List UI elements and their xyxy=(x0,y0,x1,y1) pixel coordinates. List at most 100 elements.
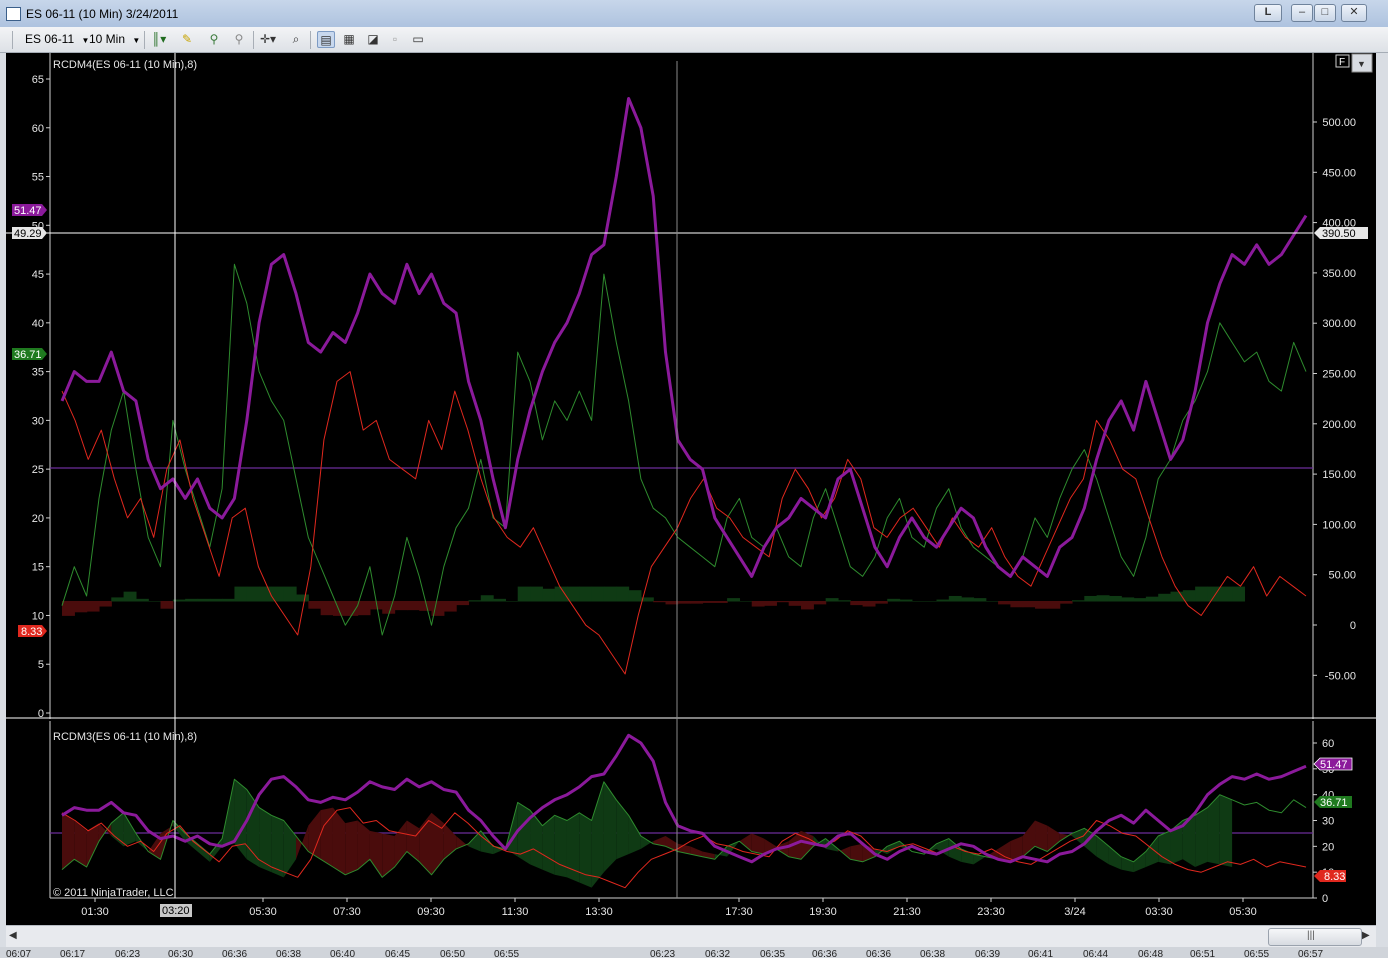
toolbar-separator xyxy=(253,31,254,49)
fill-segment xyxy=(308,810,321,860)
histogram-bar xyxy=(973,598,987,602)
badge-green-right: 36.71 xyxy=(1314,796,1352,809)
strip-label: 06:44 xyxy=(1083,949,1108,958)
fill-segment xyxy=(517,802,531,865)
fill-segment xyxy=(1133,851,1146,873)
fill-segment xyxy=(566,812,580,883)
histogram-bar xyxy=(936,599,950,602)
histogram-bar xyxy=(86,601,100,612)
scroll-right-icon[interactable]: ▶ xyxy=(1362,930,1370,941)
fill-segment xyxy=(234,779,247,860)
right-tick-label: 450.00 xyxy=(1322,167,1356,179)
histogram-bar xyxy=(517,586,531,602)
x-tick-label: 17:30 xyxy=(725,906,753,918)
histogram-bar xyxy=(234,586,248,602)
fill-segment xyxy=(406,820,420,862)
histogram-bar xyxy=(591,586,605,602)
zoom-in-icon[interactable]: ⚲ xyxy=(205,31,223,48)
histogram-bar xyxy=(296,594,309,602)
fill-segment xyxy=(591,781,604,888)
histogram-bar xyxy=(382,601,396,614)
close-button[interactable]: ✕ xyxy=(1341,4,1367,22)
upper-panel-label: RCDM4(ES 06-11 (10 Min),8) xyxy=(53,59,197,71)
pencil-icon[interactable]: ✎ xyxy=(178,31,196,48)
horizontal-scrollbar[interactable]: ◀ ||| ▶ xyxy=(6,925,1376,948)
strip-label: 06:38 xyxy=(276,949,301,958)
fill-segment xyxy=(554,815,567,878)
zoom-out-icon[interactable]: ⚲ xyxy=(230,31,248,48)
strategies-icon[interactable]: ◪ xyxy=(364,31,382,48)
data-box-icon[interactable]: ▤ xyxy=(317,31,335,48)
left-tick-label: 10 xyxy=(32,610,44,622)
x-tick-label: 07:30 xyxy=(333,906,361,918)
lower-panel-label: RCDM3(ES 06-11 (10 Min),8) xyxy=(53,731,197,743)
badge-right-upper: 390.50 xyxy=(1314,227,1368,240)
x-tick-label: 01:30 xyxy=(81,906,109,918)
strip-label: 06:51 xyxy=(1190,949,1215,958)
small-l-button[interactable]: L xyxy=(1254,4,1282,22)
histogram-bar xyxy=(74,601,88,613)
chart-area[interactable]: RCDM4(ES 06-11 (10 Min),8) RCDM3(ES 06-1… xyxy=(6,53,1376,925)
interval-selector[interactable]: 10 Min ▼ xyxy=(89,31,140,48)
left-tick-label: 45 xyxy=(32,269,44,281)
histogram-bar xyxy=(246,586,260,602)
right-tick-label: 0 xyxy=(1350,620,1356,632)
histogram-bar xyxy=(148,601,162,602)
magnifier-icon[interactable]: ⌕ xyxy=(287,31,305,48)
fill-segment xyxy=(616,799,629,860)
left-tick-label: 25 xyxy=(32,464,44,476)
properties-icon[interactable]: ▫ xyxy=(386,31,404,48)
strip-label: 06:35 xyxy=(760,949,785,958)
strip-label: 06:55 xyxy=(494,949,519,958)
histogram-bar xyxy=(283,586,297,602)
bar-style-icon[interactable]: ║▾ xyxy=(150,31,168,48)
maximize-button[interactable]: □ xyxy=(1314,4,1336,22)
histogram-bar xyxy=(862,601,876,607)
strip-label: 06:50 xyxy=(440,949,465,958)
fill-segment xyxy=(382,833,395,878)
x-axis-ticks: 01:30 05:30 07:30 09:30 11:30 13:30 17:30 19:30… xyxy=(81,898,1257,918)
right-tick-label: 500.00 xyxy=(1322,117,1356,129)
right-tick-label: 150.00 xyxy=(1322,469,1356,481)
panel-icon[interactable]: ▭ xyxy=(409,31,427,48)
badge-magenta-right: 51.47 xyxy=(1313,757,1353,771)
histogram-bar xyxy=(702,601,716,603)
strip-label: 06:41 xyxy=(1028,949,1053,958)
panel-f-label: F xyxy=(1339,57,1345,68)
minimize-button[interactable]: – xyxy=(1291,4,1313,22)
fill-segment xyxy=(209,838,223,862)
histogram-bar xyxy=(530,586,543,602)
histogram-bar xyxy=(1071,600,1085,602)
fill-segment xyxy=(456,836,469,849)
histogram-bar xyxy=(443,601,457,612)
magenta-series-line xyxy=(60,97,1308,578)
fill-segment xyxy=(1158,830,1171,865)
svg-text:8.33: 8.33 xyxy=(21,626,42,638)
histogram-bar xyxy=(480,595,494,602)
left-tick-label: 5 xyxy=(38,659,44,671)
strip-label: 06:48 xyxy=(1138,949,1163,958)
right-tick-label: 50.00 xyxy=(1328,570,1356,582)
fill-segment xyxy=(296,825,309,860)
fill-segment xyxy=(1108,846,1122,870)
scroll-thumb[interactable]: ||| xyxy=(1268,928,1362,946)
scroll-left-icon[interactable]: ◀ xyxy=(9,930,17,941)
instrument-selector[interactable]: ES 06-11 ▼ xyxy=(25,31,89,48)
histogram-bar xyxy=(259,586,272,602)
svg-text:390.50: 390.50 xyxy=(1322,228,1356,240)
histogram-bar xyxy=(1219,586,1233,602)
fill-segment xyxy=(1219,794,1233,867)
histogram-bar xyxy=(948,595,962,602)
fill-segment xyxy=(751,833,765,855)
indicators-icon[interactable]: ▦ xyxy=(340,31,358,48)
histogram-bar xyxy=(1035,601,1048,609)
chart-canvas[interactable]: RCDM4(ES 06-11 (10 Min),8) RCDM3(ES 06-1… xyxy=(6,53,1376,925)
right-tick-label: -50.00 xyxy=(1325,670,1356,682)
crosshair-icon[interactable]: ✛▾ xyxy=(259,31,277,48)
x-tick-label: 21:30 xyxy=(893,906,921,918)
chart-icon xyxy=(6,7,21,21)
histogram-bar xyxy=(1121,597,1135,602)
toolbar-separator xyxy=(144,31,145,49)
histogram-bar xyxy=(493,598,507,602)
histogram-bar xyxy=(1047,601,1061,609)
